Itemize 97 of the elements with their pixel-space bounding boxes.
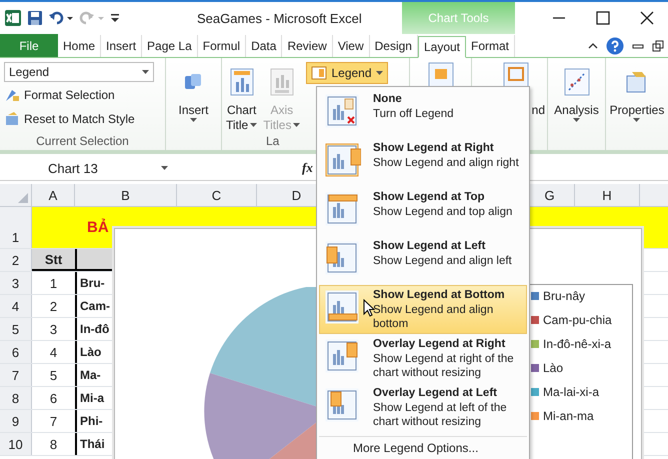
caret-icon: [293, 123, 300, 127]
menu-item[interactable]: Show Legend at Right Show Legend and align right: [319, 138, 527, 187]
window-title: SeaGames - Microsoft Excel: [197, 10, 362, 26]
table-cell-text: 4: [48, 344, 58, 362]
pointer-cursor-icon: [363, 299, 375, 317]
legend-label: Ma-lai-xi-a: [543, 385, 600, 399]
insert-function-button[interactable]: fx: [298, 160, 317, 176]
row-header[interactable]: 1: [0, 207, 32, 248]
row-header[interactable]: 7: [0, 364, 32, 386]
menu-item-description: Show Legend and align left: [373, 254, 512, 268]
legend-icon: [311, 66, 328, 80]
data-labels-button[interactable]: nd: [532, 103, 545, 117]
caret-icon: [376, 71, 383, 75]
table-cell-text: 6: [48, 390, 58, 408]
menu-item-title: Show Legend at Bottom: [373, 288, 506, 302]
menu-item-title: Show Legend at Right: [373, 141, 495, 156]
more-legend-options[interactable]: More Legend Options...: [319, 436, 527, 459]
menu-item-title: Overlay Legend at Right: [373, 337, 506, 352]
group-label: Current Selection: [35, 134, 130, 148]
menu-item-title: Overlay Legend at Left: [373, 386, 498, 400]
row-header[interactable]: 4: [0, 295, 32, 317]
trendline-icon: [564, 68, 590, 96]
column-header[interactable]: H: [575, 184, 640, 206]
row-header[interactable]: 5: [0, 318, 32, 340]
menu-item-description: Show Legend and align bottom: [373, 302, 494, 332]
table-cell-text: 1: [48, 274, 58, 292]
caret-icon: [161, 166, 168, 170]
customize-toolbar-icon[interactable]: [110, 11, 120, 25]
row-header[interactable]: 3: [0, 272, 32, 294]
legend-label: Bru-nây: [543, 289, 586, 303]
axis-titles-icon: [270, 68, 294, 96]
ribbon-tab[interactable]: Home: [58, 35, 102, 57]
menu-item-description: Show Legend and align right: [373, 156, 519, 170]
menu-item-description: Show Legend at right of the chart without resizing: [373, 352, 515, 380]
group-label: La: [266, 134, 280, 148]
menu-item-description: Show Legend at left of the chart without resizing: [373, 400, 508, 430]
legend-label: Lào: [543, 361, 564, 375]
menu-item-description: Turn off Legend: [373, 106, 454, 121]
collapse-ribbon-icon[interactable]: [588, 41, 598, 51]
file-tab[interactable]: File: [0, 34, 58, 57]
ribbon-tab[interactable]: Page La: [142, 35, 198, 57]
row-header[interactable]: 8: [0, 387, 32, 409]
chart-tools-label: Chart Tools: [402, 2, 515, 34]
column-header[interactable]: B: [75, 184, 177, 206]
name-box[interactable]: Chart 13: [48, 160, 168, 176]
reset-style-button[interactable]: Reset to Match Style: [4, 108, 135, 130]
ribbon-tab[interactable]: View: [332, 35, 370, 57]
row-header[interactable]: 10: [0, 433, 32, 455]
ribbon-tab[interactable]: Review: [282, 35, 333, 57]
table-cell-text: 3: [48, 320, 58, 338]
insert-button[interactable]: Insert: [178, 62, 208, 122]
save-icon[interactable]: [27, 10, 43, 26]
close-icon[interactable]: [640, 11, 654, 25]
legend-label: Cam-pu-chia: [543, 313, 612, 327]
menu-item[interactable]: Show Legend at Bottom Show Legend and align bottom: [319, 285, 527, 334]
ribbon-tab[interactable]: Data: [246, 35, 282, 57]
help-icon[interactable]: [606, 37, 624, 55]
legend-label: Mi-an-ma: [543, 409, 594, 423]
menu-item[interactable]: None Turn off Legend: [319, 89, 527, 138]
excel-logo-icon[interactable]: [4, 9, 22, 27]
reset-style-icon: [4, 111, 20, 127]
caret-icon: [190, 118, 197, 122]
ribbon-tab[interactable]: Insert: [101, 35, 142, 57]
menu-item[interactable]: Overlay Legend at Left Show Legend at left of the chart without resizing: [319, 383, 527, 432]
caret-icon: [250, 123, 258, 127]
properties-button[interactable]: Properties: [610, 62, 664, 122]
chart-title-icon: [230, 68, 254, 96]
row-header[interactable]: 6: [0, 341, 32, 363]
menu-item-title: None: [373, 92, 403, 106]
table-header-cell: Stt: [32, 249, 75, 271]
analysis-button[interactable]: Analysis: [554, 62, 599, 122]
row-header[interactable]: 2: [0, 249, 32, 271]
chart-title-button[interactable]: Chart Title: [226, 62, 258, 132]
menu-item-title: Show Legend at Top: [373, 190, 486, 204]
format-selection-button[interactable]: Format Selection: [4, 84, 115, 106]
legend-button[interactable]: Legend: [306, 62, 388, 84]
chart-element-dropdown[interactable]: Legend: [4, 62, 154, 82]
ribbon-tab[interactable]: Format: [466, 35, 516, 57]
column-header[interactable]: A: [32, 184, 75, 206]
column-header[interactable]: C: [177, 184, 257, 206]
caret-icon: [142, 70, 149, 74]
restore-icon[interactable]: [652, 40, 664, 52]
ribbon-tab[interactable]: Layout: [418, 36, 466, 58]
table-cell-text: 5: [48, 366, 58, 384]
maximize-icon[interactable]: [596, 11, 610, 25]
ribbon-tab[interactable]: Formul: [198, 35, 246, 57]
format-brush-icon: [4, 87, 20, 103]
table-cell-text: 2: [48, 298, 58, 316]
undo-icon[interactable]: [48, 10, 74, 26]
row-header[interactable]: 9: [0, 410, 32, 432]
caret-icon: [573, 118, 580, 122]
caret-icon: [633, 118, 640, 122]
menu-item-description: Show Legend and top align: [373, 204, 512, 219]
table-cell-text: 7: [48, 412, 58, 430]
menu-item[interactable]: Overlay Legend at Right Show Legend at right of the chart without resizing: [319, 334, 527, 383]
table-cell-text: 8: [48, 436, 58, 454]
legend-label: In-đô-nê-xi-a: [543, 337, 612, 351]
